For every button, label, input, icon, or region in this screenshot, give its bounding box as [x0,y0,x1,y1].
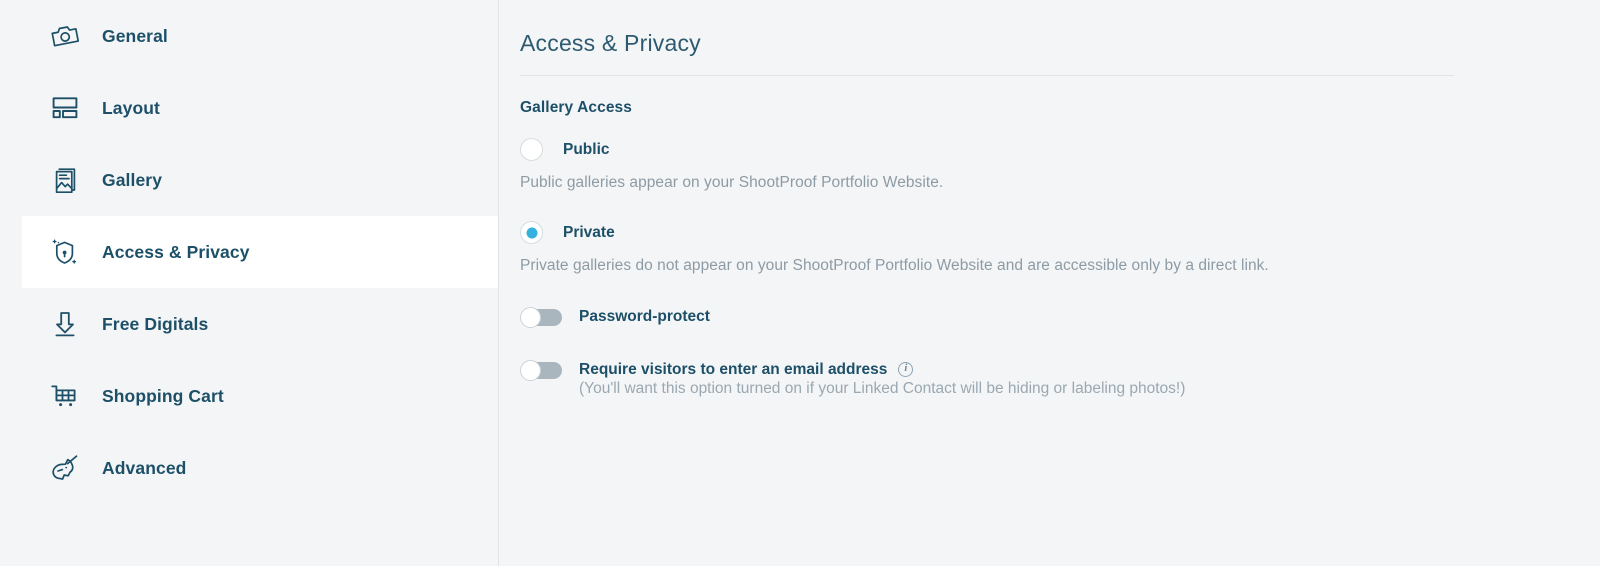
description-public: Public galleries appear on your ShootPro… [520,174,944,191]
sidebar-item-layout[interactable]: Layout [22,72,498,144]
radio-label-private: Private [563,223,615,241]
section-title-gallery-access: Gallery Access [520,99,632,116]
sidebar-nav-list: General Layout Gallery Access & Privacy … [0,0,498,504]
toggle-label-require-email: Require visitors to enter an email addre… [579,359,1185,380]
toggle-require-email[interactable] [520,360,562,381]
toggle-texts: Require visitors to enter an email addre… [579,359,1185,398]
radio-private[interactable] [520,221,543,244]
sidebar-item-access-privacy[interactable]: Access & Privacy [22,216,498,288]
settings-sidebar: General Layout Gallery Access & Privacy … [0,0,499,566]
toggle-password-protect[interactable] [520,307,562,328]
description-private: Private galleries do not appear on your … [520,257,1269,274]
sidebar-item-gallery[interactable]: Gallery [22,144,498,216]
toggle-knob [520,307,541,328]
settings-page: General Layout Gallery Access & Privacy … [0,0,1600,566]
sidebar-item-free-digitals[interactable]: Free Digitals [22,288,498,360]
toggle-row-password-protect[interactable]: Password-protect [520,306,710,328]
radio-label-public: Public [563,140,610,158]
main-content: Access & Privacy Gallery Access Public P… [499,0,1600,566]
toggle-knob [520,360,541,381]
sidebar-item-label: Layout [102,97,160,118]
title-divider [520,75,1454,76]
shield-lock-icon [48,235,82,269]
sidebar-item-label: Free Digitals [102,313,209,334]
page-title: Access & Privacy [520,30,701,56]
layout-icon [48,91,82,125]
radio-row-private[interactable]: Private [520,221,615,244]
toggle-row-require-email[interactable]: Require visitors to enter an email addre… [520,359,1185,398]
sidebar-item-general[interactable]: General [22,0,498,72]
sidebar-item-label: Access & Privacy [102,241,250,262]
radio-row-public[interactable]: Public [520,138,610,161]
sidebar-item-shopping-cart[interactable]: Shopping Cart [22,360,498,432]
sidebar-item-label: Shopping Cart [102,385,224,406]
radio-public[interactable] [520,138,543,161]
sidebar-item-label: Advanced [102,457,187,478]
sidebar-item-advanced[interactable]: Advanced [22,432,498,504]
toggle-label-password-protect: Password-protect [579,308,710,325]
toggle-texts: Password-protect [579,306,710,327]
camera-icon [48,19,82,53]
unicorn-icon [48,451,82,485]
download-arrow-icon [48,307,82,341]
info-circle-icon[interactable]: i [898,362,914,377]
shopping-cart-icon [48,379,82,413]
toggle-sublabel-require-email: (You'll want this option turned on if yo… [579,380,1186,397]
toggle-label-text: Require visitors to enter an email addre… [579,361,888,378]
sidebar-item-label: Gallery [102,169,163,190]
gallery-photos-icon [48,163,82,197]
sidebar-item-label: General [102,25,168,46]
